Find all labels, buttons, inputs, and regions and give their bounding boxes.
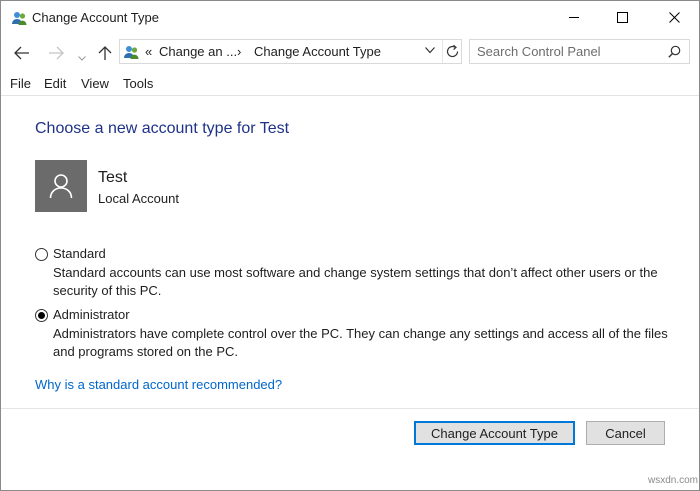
standard-description-line-1: Standard accounts can use most software … <box>53 265 658 280</box>
menu-bar: File Edit View Tools <box>1 73 699 96</box>
user-icon <box>49 174 73 199</box>
up-button[interactable] <box>96 44 114 62</box>
title-bar[interactable]: Change Account Type <box>1 1 699 35</box>
maximize-icon <box>616 11 628 23</box>
navigation-bar: « Change an ... › Change Account Type <box>1 37 699 69</box>
administrator-radio[interactable] <box>35 309 48 322</box>
forward-button[interactable] <box>47 44 65 62</box>
page-title: Choose a new account type for Test <box>35 120 290 137</box>
refresh-icon[interactable] <box>445 44 460 59</box>
address-divider <box>442 40 443 63</box>
change-account-type-button[interactable]: Change Account Type <box>414 421 575 445</box>
user-name: Test <box>98 169 128 186</box>
administrator-label[interactable]: Administrator <box>53 307 130 322</box>
minimize-button[interactable] <box>551 1 597 33</box>
chevron-down-icon <box>78 55 86 61</box>
standard-radio[interactable] <box>35 248 48 261</box>
breadcrumb-parent[interactable]: Change an ... <box>159 44 237 59</box>
recent-locations-button[interactable] <box>73 49 91 67</box>
administrator-description-line-2: and programs stored on the PC. <box>53 344 238 359</box>
users-icon <box>124 46 139 59</box>
menu-file[interactable]: File <box>10 76 31 91</box>
minimize-icon <box>568 16 579 18</box>
search-box[interactable] <box>469 39 690 64</box>
menu-tools[interactable]: Tools <box>123 76 153 91</box>
standard-label[interactable]: Standard <box>53 246 106 261</box>
administrator-description-line-1: Administrators have complete control ove… <box>53 326 668 341</box>
address-bar[interactable]: « Change an ... › Change Account Type <box>119 39 462 64</box>
arrow-right-icon <box>49 46 64 60</box>
search-input[interactable] <box>477 43 657 60</box>
close-icon <box>668 11 680 23</box>
close-button[interactable] <box>651 1 697 33</box>
breadcrumb-current[interactable]: Change Account Type <box>254 44 381 59</box>
standard-description-line-2: security of this PC. <box>53 283 162 298</box>
users-icon <box>12 12 27 25</box>
chevron-down-icon[interactable] <box>425 47 435 54</box>
standard-account-help-link[interactable]: Why is a standard account recommended? <box>35 377 282 392</box>
menu-view[interactable]: View <box>81 76 109 91</box>
user-account-type: Local Account <box>98 191 179 206</box>
avatar <box>35 160 87 212</box>
footer-divider <box>1 408 699 409</box>
window: Change Account Type « Change an ... › Ch… <box>0 0 700 491</box>
maximize-button[interactable] <box>599 1 645 33</box>
window-title: Change Account Type <box>32 10 159 25</box>
arrow-up-icon <box>98 46 112 60</box>
cancel-button[interactable]: Cancel <box>586 421 665 445</box>
menu-edit[interactable]: Edit <box>44 76 66 91</box>
search-icon[interactable] <box>668 45 681 58</box>
watermark: wsxdn.com <box>648 475 699 486</box>
breadcrumb-separator[interactable]: › <box>237 44 241 59</box>
breadcrumb-overflow[interactable]: « <box>145 44 152 59</box>
back-button[interactable] <box>13 44 31 62</box>
arrow-left-icon <box>14 46 29 60</box>
